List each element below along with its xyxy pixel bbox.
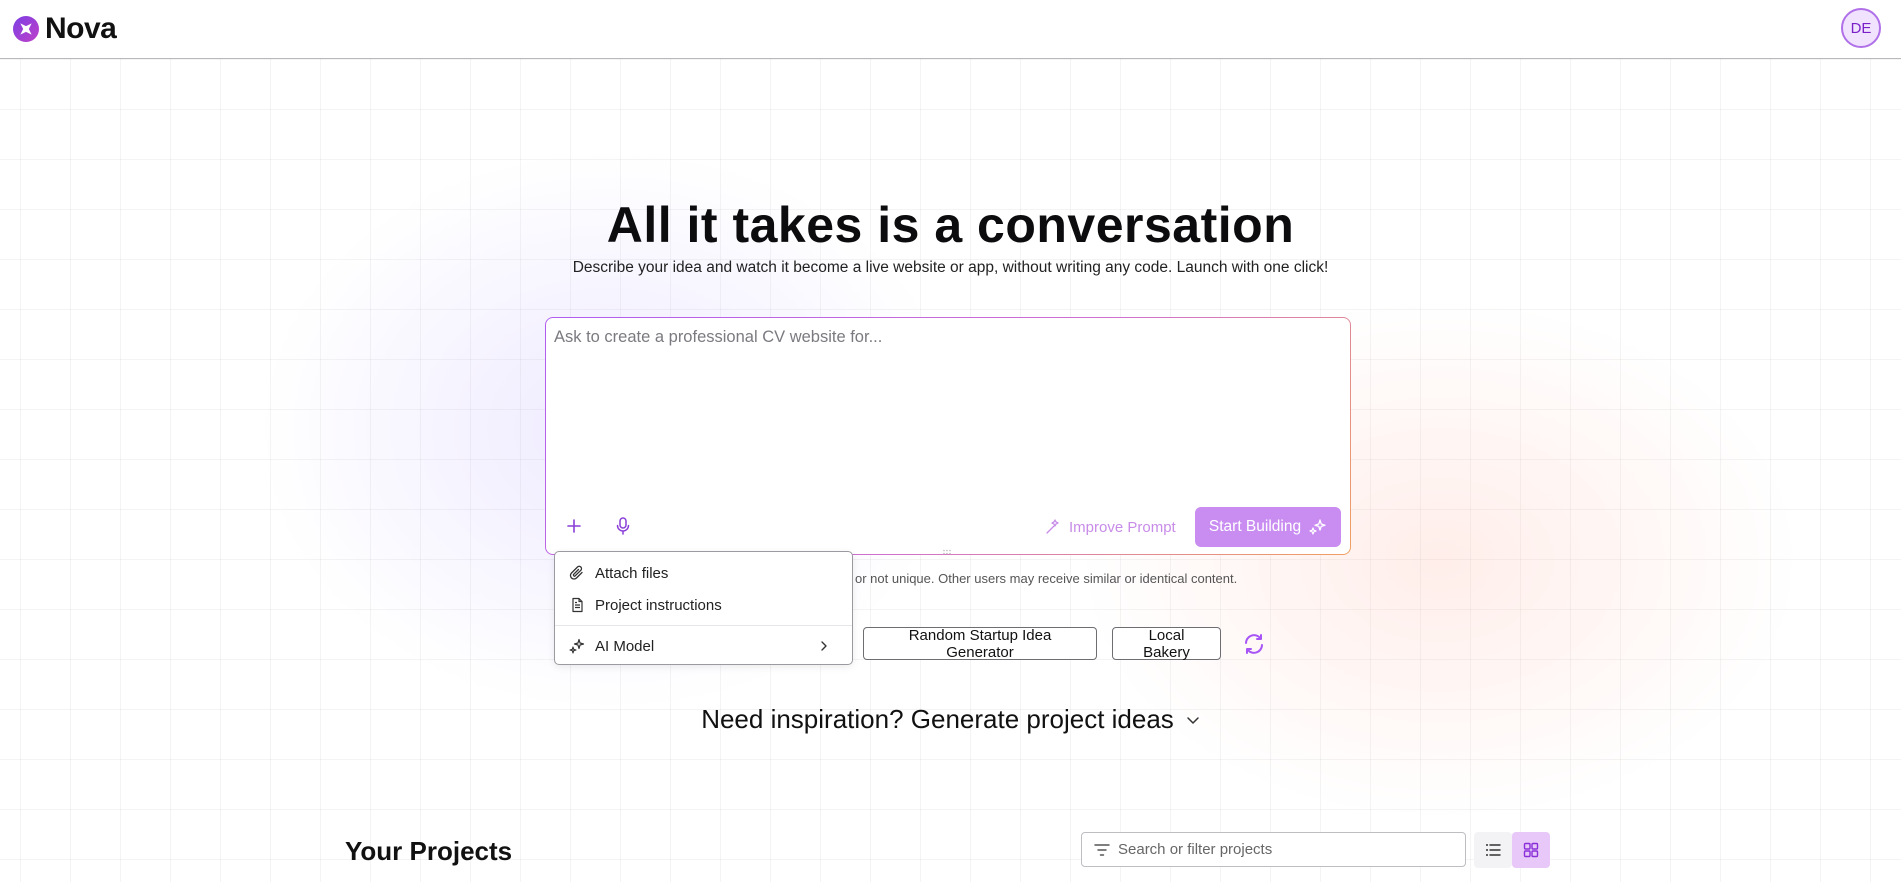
grid-view-button[interactable] — [1512, 832, 1550, 868]
plus-icon — [567, 519, 581, 533]
hero-subtitle: Describe your idea and watch it become a… — [572, 259, 1329, 276]
microphone-button[interactable] — [609, 512, 637, 540]
app-name: Nova — [45, 12, 117, 45]
paperclip-icon — [569, 565, 583, 580]
document-icon — [572, 597, 583, 613]
filter-icon — [1094, 843, 1110, 856]
menu-item-ai-model[interactable]: AI Model — [555, 631, 852, 661]
add-menu: Attach files Project instructions AI Mod… — [554, 551, 853, 665]
start-building-label: Start Building — [1208, 518, 1302, 535]
sparkles-icon — [569, 638, 585, 654]
chevron-right-icon — [821, 641, 827, 651]
microphone-icon — [616, 517, 630, 535]
menu-item-project-instructions[interactable]: Project instructions — [555, 590, 852, 620]
start-building-button[interactable]: Start Building — [1195, 507, 1341, 547]
user-avatar[interactable]: DE — [1841, 8, 1881, 48]
inspiration-toggle[interactable]: Need inspiration? Generate project ideas — [0, 704, 1901, 735]
top-bar: Nova DE — [0, 0, 1901, 59]
magic-wand-icon — [1046, 519, 1059, 534]
prompt-box: Improve Prompt Start Building — [545, 317, 1351, 555]
prompt-input[interactable] — [554, 328, 1334, 478]
menu-item-label: Project instructions — [595, 596, 722, 614]
chevron-down-icon — [1187, 716, 1199, 724]
add-button[interactable] — [560, 512, 588, 540]
menu-item-label: AI Model — [595, 637, 655, 655]
disclaimer-text: or not unique. Other users may receive s… — [855, 571, 1238, 586]
inspiration-label: Need inspiration? Generate project ideas — [701, 704, 1174, 734]
nova-logo-icon — [13, 16, 39, 42]
menu-item-label: Attach files — [595, 564, 669, 582]
improve-prompt-button[interactable]: Improve Prompt — [1045, 514, 1176, 540]
improve-prompt-label: Improve Prompt — [1069, 518, 1176, 536]
list-view-button[interactable] — [1474, 832, 1512, 868]
hero-title: All it takes is a conversation — [606, 197, 1295, 253]
refresh-suggestions-icon[interactable] — [1241, 632, 1267, 656]
resize-handle-icon[interactable] — [942, 549, 952, 555]
suggestion-chip[interactable]: Local Bakery — [1112, 627, 1221, 661]
grid-icon — [1523, 842, 1539, 858]
project-search-input[interactable] — [1118, 841, 1448, 858]
project-search — [1081, 832, 1466, 867]
sparkles-icon — [1309, 519, 1326, 535]
list-icon — [1486, 844, 1501, 856]
logo[interactable]: Nova — [12, 12, 117, 46]
menu-item-attach-files[interactable]: Attach files — [555, 558, 852, 588]
suggestion-chip[interactable]: Random Startup Idea Generator — [863, 627, 1097, 661]
projects-title: Your Projects — [345, 836, 513, 866]
menu-divider — [555, 625, 852, 626]
